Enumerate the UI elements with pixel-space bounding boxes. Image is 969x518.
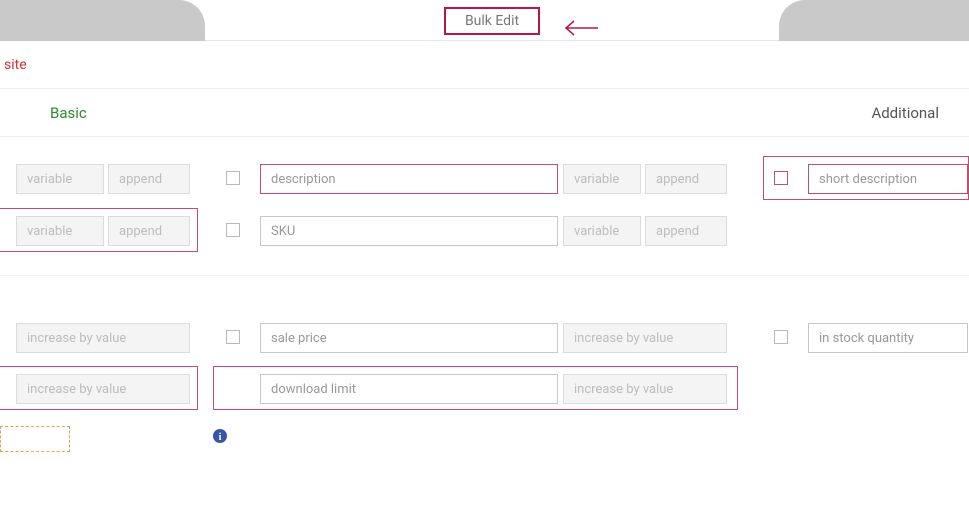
sku-placeholder: SKU	[271, 224, 295, 239]
sku-input[interactable]: SKU	[260, 216, 558, 246]
download-limit-increase-pill[interactable]: increase by value	[563, 374, 727, 404]
tab-inactive-right[interactable]	[779, 0, 969, 41]
sale-price-checkbox[interactable]	[226, 330, 240, 344]
sku-checkbox[interactable]	[226, 223, 240, 237]
short-description-input[interactable]: short description	[808, 164, 968, 194]
site-label[interactable]: site	[0, 57, 27, 73]
tab-active-label-box: Bulk Edit	[444, 7, 540, 35]
short-description-placeholder: short description	[819, 172, 917, 187]
download-limit-input[interactable]: download limit	[260, 374, 558, 404]
sale-price-increase-pill[interactable]: increase by value	[563, 323, 727, 353]
content: variable append description variable app…	[0, 137, 969, 147]
append-pill-2[interactable]: append	[108, 216, 190, 246]
tab-inactive-left[interactable]	[0, 0, 205, 41]
in-stock-quantity-input[interactable]: in stock quantity	[808, 323, 968, 353]
sku-append-pill[interactable]: append	[645, 216, 727, 246]
tab-active[interactable]: Bulk Edit	[200, 0, 784, 41]
in-stock-quantity-placeholder: in stock quantity	[819, 331, 914, 346]
variable-pill[interactable]: variable	[16, 164, 104, 194]
sku-variable-pill[interactable]: variable	[563, 216, 641, 246]
section-divider	[0, 275, 969, 276]
description-append-pill[interactable]: append	[645, 164, 727, 194]
tab-bar: Bulk Edit	[0, 0, 969, 41]
tab-basic[interactable]: Basic	[50, 104, 87, 122]
site-row: site	[0, 41, 969, 89]
svg-text:i: i	[219, 432, 222, 443]
tab-active-label: Bulk Edit	[465, 13, 519, 29]
short-description-checkbox[interactable]	[774, 171, 788, 185]
description-variable-pill[interactable]: variable	[563, 164, 641, 194]
sub-tabs: Basic Additional	[0, 89, 969, 137]
tab-additional[interactable]: Additional	[871, 104, 939, 122]
description-input[interactable]: description	[260, 164, 558, 194]
description-checkbox[interactable]	[226, 171, 240, 185]
in-stock-quantity-checkbox[interactable]	[774, 330, 788, 344]
download-limit-placeholder: download limit	[271, 382, 356, 397]
arrow-left-icon	[560, 18, 600, 38]
append-pill[interactable]: append	[108, 164, 190, 194]
sale-price-input[interactable]: sale price	[260, 323, 558, 353]
info-icon[interactable]: i	[213, 429, 227, 443]
sale-price-placeholder: sale price	[271, 331, 327, 346]
description-placeholder: description	[271, 172, 336, 187]
increase-by-value-pill-1[interactable]: increase by value	[16, 323, 190, 353]
dotted-dropzone[interactable]	[0, 426, 70, 452]
variable-pill-2[interactable]: variable	[16, 216, 104, 246]
increase-by-value-pill-2[interactable]: increase by value	[16, 374, 190, 404]
